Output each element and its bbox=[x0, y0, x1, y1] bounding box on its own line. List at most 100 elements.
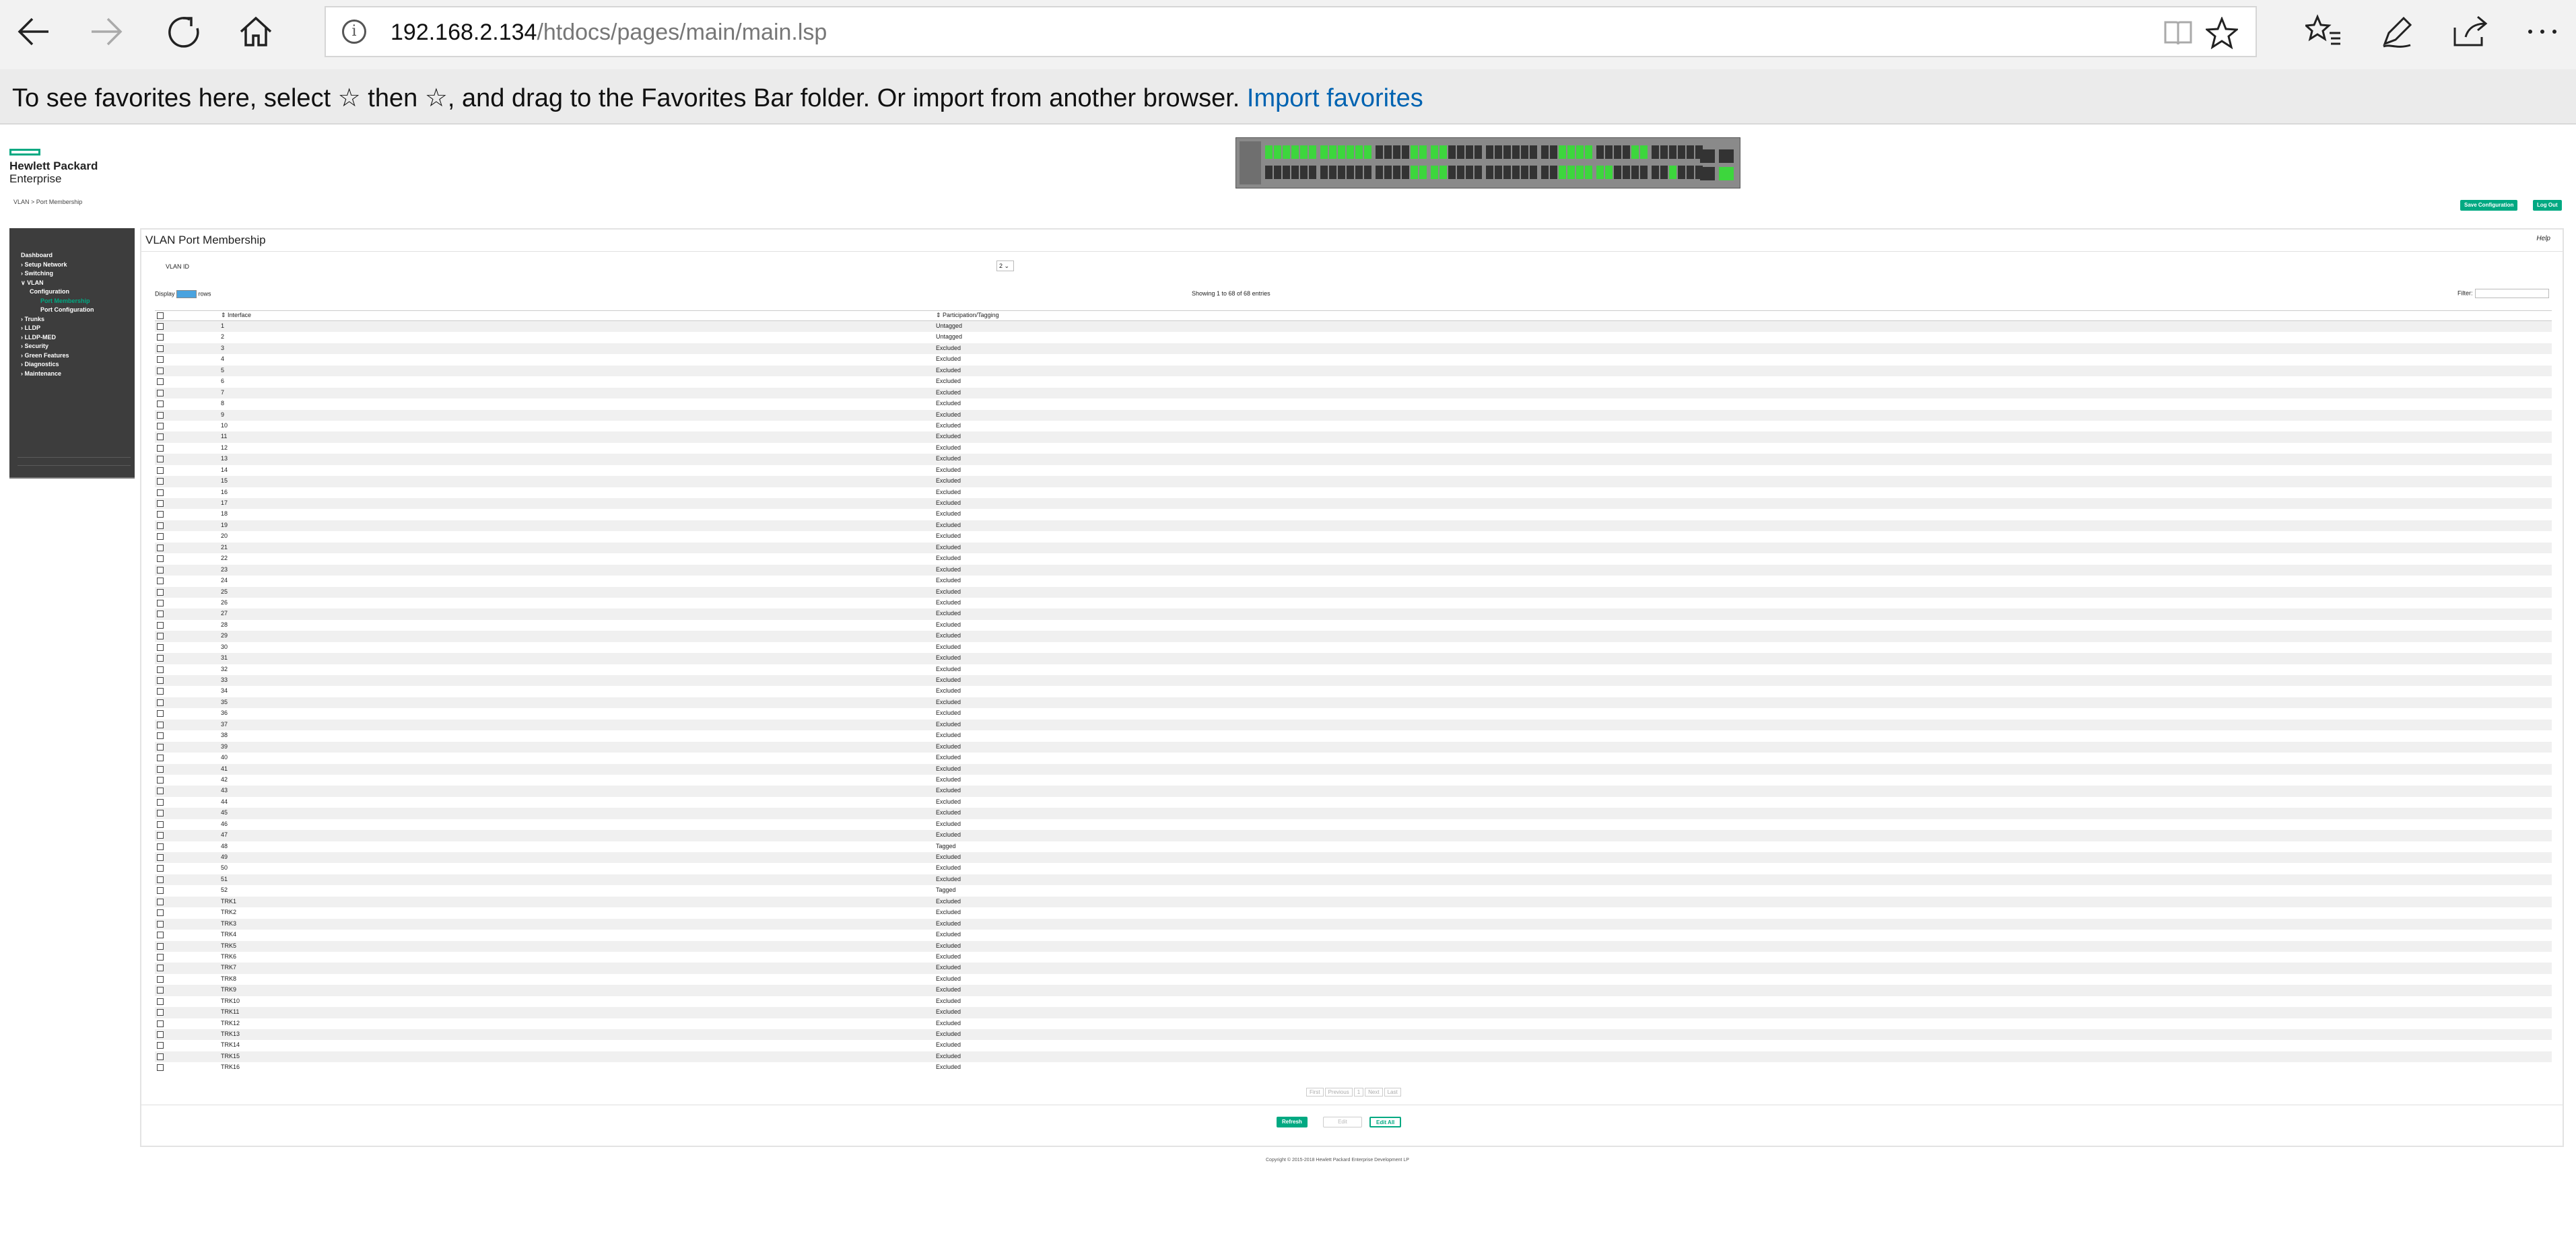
row-checkbox[interactable] bbox=[157, 998, 164, 1005]
select-all-checkbox[interactable] bbox=[157, 312, 164, 319]
table-row[interactable]: 18 Excluded bbox=[155, 509, 2552, 520]
address-bar[interactable]: i 192.168.2.134/htdocs/pages/main/main.l… bbox=[325, 6, 2257, 57]
table-row[interactable]: TRK11 Excluded bbox=[155, 1007, 2552, 1018]
table-row[interactable]: TRK3 Excluded bbox=[155, 918, 2552, 930]
table-row[interactable]: 13 Excluded bbox=[155, 454, 2552, 465]
switch-port[interactable] bbox=[1541, 166, 1549, 179]
table-row[interactable]: TRK15 Excluded bbox=[155, 1051, 2552, 1063]
row-checkbox[interactable] bbox=[157, 677, 164, 684]
table-row[interactable]: 26 Excluded bbox=[155, 598, 2552, 608]
switch-port[interactable] bbox=[1320, 145, 1328, 159]
switch-port[interactable] bbox=[1512, 145, 1520, 159]
row-checkbox[interactable] bbox=[157, 932, 164, 939]
sidebar-item[interactable]: Dashboard bbox=[21, 251, 135, 260]
row-checkbox[interactable] bbox=[157, 356, 164, 363]
switch-port[interactable] bbox=[1687, 145, 1694, 159]
row-checkbox[interactable] bbox=[157, 920, 164, 928]
table-row[interactable]: TRK16 Excluded bbox=[155, 1062, 2552, 1073]
table-row[interactable]: 37 Excluded bbox=[155, 719, 2552, 731]
table-row[interactable]: TRK12 Excluded bbox=[155, 1018, 2552, 1029]
refresh-table-button[interactable]: Refresh bbox=[1277, 1117, 1308, 1127]
row-checkbox[interactable] bbox=[157, 578, 164, 585]
table-row[interactable]: 40 Excluded bbox=[155, 753, 2552, 763]
row-checkbox[interactable] bbox=[157, 788, 164, 795]
row-checkbox[interactable] bbox=[157, 633, 164, 640]
row-checkbox[interactable] bbox=[157, 699, 164, 706]
vlan-id-select[interactable]: 2 ⌄ bbox=[996, 260, 1014, 271]
import-favorites-link[interactable]: Import favorites bbox=[1247, 84, 1423, 112]
column-header-interface[interactable]: ⇕ Interface bbox=[221, 312, 251, 319]
table-row[interactable]: 28 Excluded bbox=[155, 620, 2552, 631]
row-checkbox[interactable] bbox=[157, 755, 164, 762]
row-checkbox[interactable] bbox=[157, 411, 164, 419]
reading-view-button[interactable] bbox=[2163, 18, 2194, 48]
sidebar-item[interactable]: › Maintenance bbox=[21, 370, 135, 379]
row-checkbox[interactable] bbox=[157, 710, 164, 718]
table-row[interactable]: 32 Excluded bbox=[155, 664, 2552, 675]
table-row[interactable]: 44 Excluded bbox=[155, 797, 2552, 808]
switch-port[interactable] bbox=[1431, 166, 1438, 179]
switch-port[interactable] bbox=[1466, 145, 1473, 159]
switch-port[interactable] bbox=[1265, 145, 1273, 159]
row-checkbox[interactable] bbox=[157, 444, 164, 452]
switch-port[interactable] bbox=[1652, 145, 1659, 159]
row-checkbox[interactable] bbox=[157, 765, 164, 773]
row-checkbox[interactable] bbox=[157, 599, 164, 606]
switch-port[interactable] bbox=[1402, 166, 1409, 179]
switch-port[interactable] bbox=[1687, 166, 1694, 179]
switch-port[interactable] bbox=[1614, 166, 1621, 179]
row-checkbox[interactable] bbox=[157, 655, 164, 662]
switch-port[interactable] bbox=[1439, 145, 1447, 159]
table-row[interactable]: 47 Excluded bbox=[155, 830, 2552, 841]
more-button[interactable] bbox=[2519, 9, 2565, 55]
switch-port[interactable] bbox=[1376, 145, 1383, 159]
pager-button[interactable]: 1 bbox=[1353, 1088, 1364, 1097]
table-row[interactable]: 24 Excluded bbox=[155, 576, 2552, 586]
sidebar-item[interactable]: Port Membership bbox=[21, 297, 135, 306]
sidebar-item[interactable]: › LLDP bbox=[21, 324, 135, 333]
switch-port[interactable] bbox=[1309, 145, 1316, 159]
table-row[interactable]: 25 Excluded bbox=[155, 586, 2552, 598]
switch-port[interactable] bbox=[1338, 166, 1345, 179]
sidebar-item[interactable]: › Green Features bbox=[21, 351, 135, 361]
sidebar-item[interactable]: › Trunks bbox=[21, 315, 135, 324]
switch-port[interactable] bbox=[1376, 166, 1383, 179]
switch-port[interactable] bbox=[1576, 145, 1584, 159]
row-checkbox[interactable] bbox=[157, 544, 164, 551]
switch-port[interactable] bbox=[1660, 145, 1668, 159]
table-row[interactable]: TRK7 Excluded bbox=[155, 963, 2552, 974]
row-checkbox[interactable] bbox=[157, 611, 164, 618]
row-checkbox[interactable] bbox=[157, 433, 164, 441]
switch-port[interactable] bbox=[1596, 145, 1604, 159]
table-row[interactable]: 48 Tagged bbox=[155, 841, 2552, 852]
row-checkbox[interactable] bbox=[157, 522, 164, 529]
switch-port[interactable] bbox=[1660, 166, 1668, 179]
table-row[interactable]: TRK2 Excluded bbox=[155, 907, 2552, 918]
switch-port[interactable] bbox=[1329, 166, 1336, 179]
switch-port[interactable] bbox=[1300, 145, 1308, 159]
switch-port[interactable] bbox=[1291, 145, 1299, 159]
switch-port[interactable] bbox=[1623, 145, 1630, 159]
row-checkbox[interactable] bbox=[157, 367, 164, 374]
switch-port[interactable] bbox=[1541, 145, 1549, 159]
row-checkbox[interactable] bbox=[157, 566, 164, 573]
row-checkbox[interactable] bbox=[157, 843, 164, 850]
table-row[interactable]: 34 Excluded bbox=[155, 686, 2552, 697]
table-row[interactable]: 38 Excluded bbox=[155, 730, 2552, 741]
rows-per-page-select[interactable] bbox=[176, 290, 197, 298]
switch-port[interactable] bbox=[1431, 145, 1438, 159]
table-row[interactable]: 30 Excluded bbox=[155, 642, 2552, 653]
switch-port[interactable] bbox=[1466, 166, 1473, 179]
table-row[interactable]: 51 Excluded bbox=[155, 874, 2552, 886]
sidebar-item[interactable]: › Setup Network bbox=[21, 260, 135, 270]
row-checkbox[interactable] bbox=[157, 942, 164, 950]
sidebar-item[interactable]: › Diagnostics bbox=[21, 360, 135, 370]
switch-port[interactable] bbox=[1300, 166, 1308, 179]
row-checkbox[interactable] bbox=[157, 489, 164, 496]
switch-port[interactable] bbox=[1448, 145, 1456, 159]
table-row[interactable]: 27 Excluded bbox=[155, 608, 2552, 620]
pager-button[interactable]: First bbox=[1306, 1088, 1324, 1097]
row-checkbox[interactable] bbox=[157, 478, 164, 485]
table-row[interactable]: TRK6 Excluded bbox=[155, 952, 2552, 963]
sidebar-item[interactable]: Configuration bbox=[21, 287, 135, 297]
